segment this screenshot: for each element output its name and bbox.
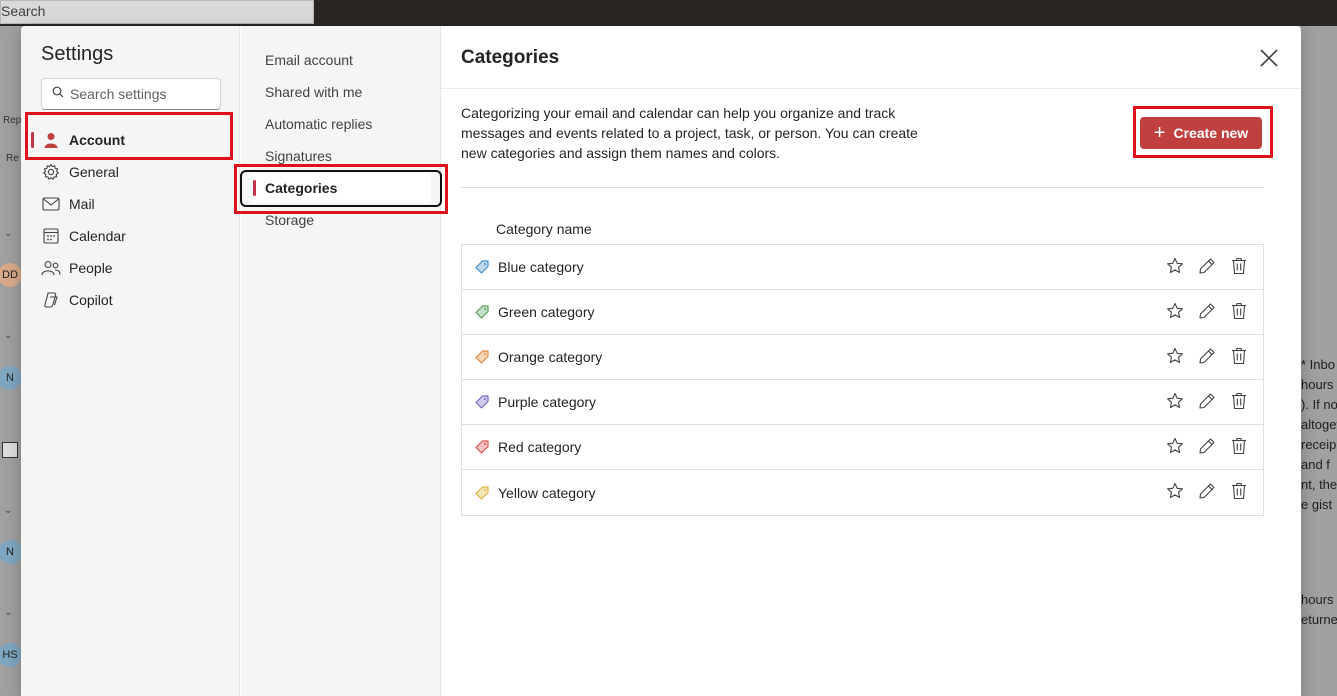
calendar-icon [41,226,61,246]
tag-icon [474,394,490,410]
subnav-item-email-account[interactable]: Email account [251,45,431,75]
tag-icon [474,439,490,455]
category-row: Red category [462,425,1263,470]
section-divider [461,187,1264,188]
star-icon[interactable] [1165,346,1185,366]
highlight-box-account [25,112,233,160]
app-search-box: Search [0,0,314,24]
settings-search-box[interactable] [41,78,221,110]
edit-icon[interactable] [1197,346,1217,366]
star-icon[interactable] [1165,301,1185,321]
nav-item-people[interactable]: People [31,253,231,283]
nav-item-label: People [69,260,113,276]
category-name: Blue category [498,259,584,275]
nav-item-label: Copilot [69,292,113,308]
mail-icon [41,194,61,214]
delete-icon[interactable] [1229,256,1249,276]
edit-icon[interactable] [1197,256,1217,276]
delete-icon[interactable] [1229,346,1249,366]
category-name: Orange category [498,349,603,365]
settings-title: Settings [41,43,114,65]
subnav-item-shared-with-me[interactable]: Shared with me [251,77,431,107]
chevron-down-icon: ⌄ [4,330,13,341]
app-ribbon-sublabel: Re [6,153,19,164]
categories-description: Categorizing your email and calendar can… [461,105,918,161]
category-actions [1165,346,1249,366]
column-header-category-name: Category name [496,221,592,237]
tag-icon [474,259,490,275]
category-row: Green category [462,290,1263,335]
subnav-item-automatic-replies[interactable]: Automatic replies [251,109,431,139]
category-actions [1165,256,1249,276]
close-button[interactable] [1254,45,1284,75]
star-icon[interactable] [1165,391,1185,411]
category-actions [1165,481,1249,501]
app-ribbon-label: Rep [3,115,22,126]
delete-icon[interactable] [1229,391,1249,411]
nav-item-label: General [69,164,119,180]
category-actions [1165,301,1249,321]
tag-icon [474,304,490,320]
app-message-list-edge [0,26,22,696]
category-actions [1165,436,1249,456]
category-actions [1165,391,1249,411]
delete-icon[interactable] [1229,301,1249,321]
nav-item-label: Mail [69,196,95,212]
close-icon [1260,48,1278,72]
settings-search-input[interactable] [70,86,210,102]
edit-icon[interactable] [1197,301,1217,321]
gear-icon [41,162,61,182]
account-subnav: Email account Shared with me Automatic r… [241,26,441,696]
delete-icon[interactable] [1229,436,1249,456]
category-name: Green category [498,304,595,320]
focus-ring-categories [240,170,442,207]
checkbox [2,442,18,458]
star-icon[interactable] [1165,436,1185,456]
delete-icon[interactable] [1229,481,1249,501]
settings-dialog: Settings Account General Mail [21,26,1301,696]
search-icon [52,85,64,103]
nav-item-mail[interactable]: Mail [31,189,231,219]
categories-list: Blue category Green category Orange catego… [461,244,1264,516]
tag-icon [474,485,490,501]
chevron-down-icon: ⌄ [4,607,13,618]
category-name: Red category [498,439,582,455]
star-icon[interactable] [1165,481,1185,501]
edit-icon[interactable] [1197,436,1217,456]
nav-item-general[interactable]: General [31,157,231,187]
copilot-icon [41,290,61,310]
header-divider [441,88,1301,89]
chevron-down-icon: ⌄ [4,228,13,239]
edit-icon[interactable] [1197,481,1217,501]
app-search-label: Search [1,3,46,19]
reading-pane-text: * Inbo hours ). If no altoget receip and… [1301,357,1337,512]
nav-item-calendar[interactable]: Calendar [31,221,231,251]
category-name: Purple category [498,394,597,410]
tag-icon [474,349,490,365]
nav-item-copilot[interactable]: Copilot [31,285,231,315]
people-icon [41,258,61,278]
category-row: Yellow category [462,470,1263,515]
category-row: Orange category [462,335,1263,380]
nav-item-label: Calendar [69,228,126,244]
category-row: Blue category [462,245,1263,290]
chevron-down-icon: ⌄ [4,505,13,516]
star-icon[interactable] [1165,256,1185,276]
category-row: Purple category [462,380,1263,425]
edit-icon[interactable] [1197,391,1217,411]
category-name: Yellow category [498,484,596,501]
reading-pane-text: hours eturne [1301,592,1337,627]
highlight-box-create-new [1133,106,1273,158]
page-title: Categories [461,47,560,68]
